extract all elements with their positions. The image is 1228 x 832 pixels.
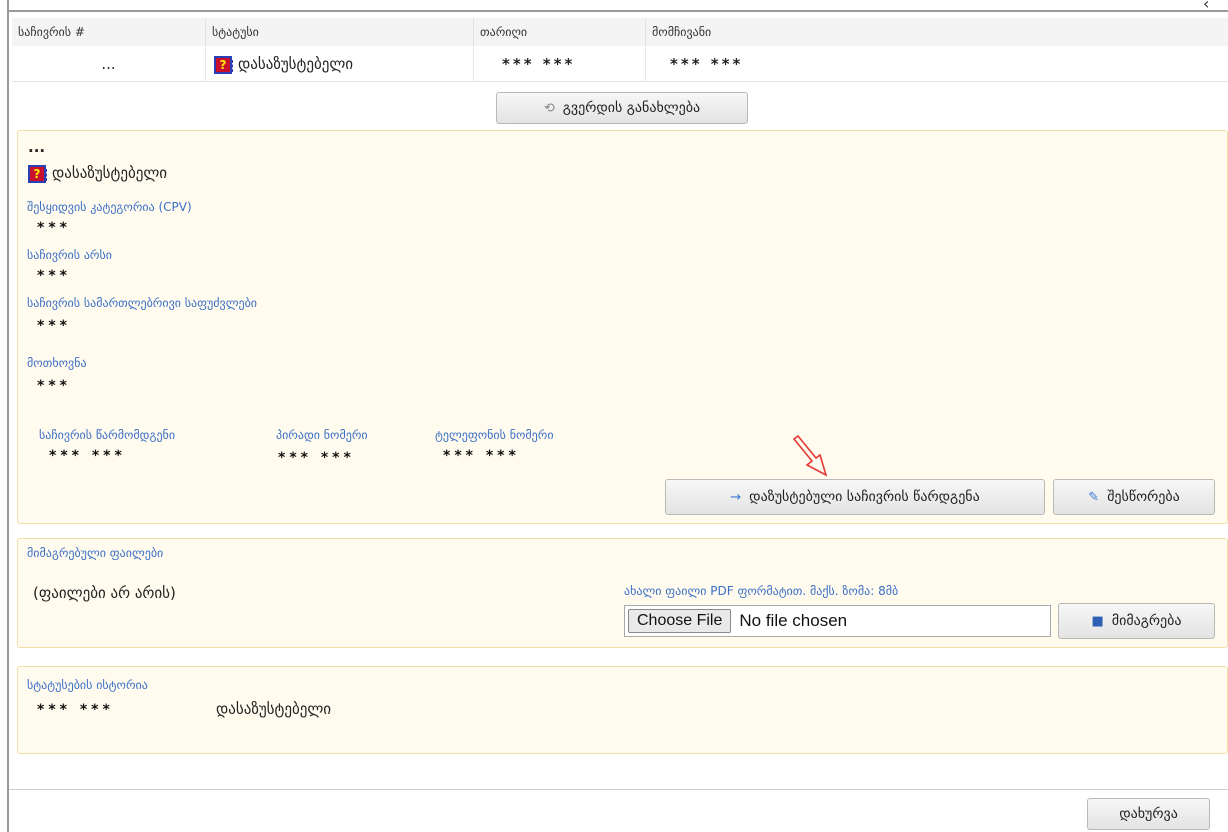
close-button[interactable]: დახურვა [1087,798,1210,830]
header-status: სტატუსი [206,18,474,46]
window-left-border [7,0,9,832]
details-number: ... [28,138,46,156]
row-status-text: დასაზუსტებელი [238,55,354,73]
edit-button[interactable]: ✎ შესწორება [1053,479,1215,515]
details-status-text: დასაზუსტებელი [52,164,168,182]
status-pending-icon: ? [214,55,233,74]
submit-clarified-complaint-button[interactable]: → დაზუსტებული საჩივრის წარდგენა [665,479,1045,515]
row-status: ? დასაზუსტებელი [206,46,474,82]
file-input[interactable]: Choose File No file chosen [624,605,1051,637]
status-history-panel [17,666,1228,754]
representative-value: *** *** [49,448,126,464]
legal-basis-label: საჩივრის სამართლებრივი საფუძვლები [27,296,257,310]
representative-label: საჩივრის წარმომდგენი [39,428,176,442]
request-value: *** [37,378,71,394]
header-complainant: მომჩივანი [652,25,712,39]
footer-divider [9,789,1228,790]
window-top-border [7,10,1228,12]
row-date: *** *** [474,46,646,82]
history-title: სტატუსების ისტორია [27,678,148,692]
edit-label: შესწორება [1107,489,1180,505]
choose-file-button[interactable]: Choose File [628,609,732,633]
complaints-table-header: საჩივრის # სტატუსი თარიღი მომჩივანი [12,18,1228,46]
personal-id-label: პირადი ნომერი [276,428,368,442]
history-date: *** *** [37,702,114,718]
header-number: საჩივრის # [12,18,206,46]
refresh-page-button[interactable]: ⟲ გვერდის განახლება [496,92,748,124]
header-date: თარიღი [474,18,646,46]
pencil-icon: ✎ [1088,490,1100,505]
cpv-label: შესყიდვის კატეგორია (CPV) [27,200,192,214]
attach-label: მიმაგრება [1111,613,1182,629]
details-status: ? დასაზუსტებელი [28,164,167,183]
phone-label: ტელეფონის ნომერი [435,428,554,442]
save-icon: ■ [1091,614,1104,629]
essence-value: *** [37,268,71,284]
table-row[interactable]: ... ? დასაზუსტებელი *** *** *** *** [12,46,1228,82]
new-file-label: ახალი ფაილი PDF ფორმატით. მაქს. ზომა: 8მ… [624,584,899,598]
row-complainant: *** *** [670,55,744,73]
no-file-chosen-text: No file chosen [739,611,848,630]
files-title: მიმაგრებული ფაილები [27,546,164,560]
refresh-icon: ⟲ [543,101,555,116]
arrow-right-icon: → [730,490,742,505]
request-label: მოთხოვნა [27,356,87,370]
cpv-value: *** [37,220,71,236]
essence-label: საჩივრის არსი [27,248,112,262]
legal-basis-value: *** [37,318,71,334]
no-files-text: (ფაილები არ არის) [33,584,176,602]
status-pending-icon: ? [28,164,47,183]
history-status: დასაზუსტებელი [216,700,332,718]
refresh-label: გვერდის განახლება [562,100,701,116]
corner-close-icon[interactable]: ‹ [1203,0,1209,13]
phone-value: *** *** [443,448,520,464]
submit-label: დაზუსტებული საჩივრის წარდგენა [749,489,980,505]
annotation-arrow-icon [792,435,828,477]
complaint-details-panel [17,130,1228,524]
row-number: ... [12,46,206,82]
attach-button[interactable]: ■ მიმაგრება [1058,603,1215,639]
personal-id-value: *** *** [278,450,355,466]
